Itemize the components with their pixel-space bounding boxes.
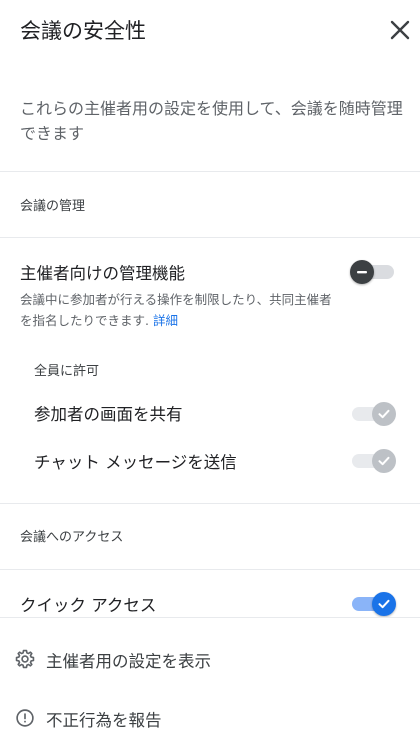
divider xyxy=(0,171,420,172)
gear-icon xyxy=(15,649,35,669)
host-management-toggle[interactable] xyxy=(350,260,396,284)
learn-more-link[interactable]: 詳細 xyxy=(153,313,178,328)
page-title: 会議の安全性 xyxy=(20,19,146,43)
section-label-host-management: 会議の管理 xyxy=(20,199,86,214)
close-button[interactable] xyxy=(386,16,414,44)
quick-access-label: クイック アクセス xyxy=(20,596,157,615)
minus-icon xyxy=(357,271,367,274)
check-icon xyxy=(378,409,390,419)
divider xyxy=(0,569,420,570)
host-management-description: 会議中に参加者が行える操作を制限したり、共同主催者を指名したりできます. 詳細 xyxy=(20,289,340,331)
share-screen-label: 参加者の画面を共有 xyxy=(34,405,183,424)
send-chat-label: チャット メッセージを送信 xyxy=(34,453,237,472)
dialog-header: 会議の安全性 xyxy=(0,0,420,60)
send-chat-toggle[interactable] xyxy=(350,449,396,473)
check-icon xyxy=(378,599,390,609)
report-abuse-menu-item[interactable]: 不正行為を報告 xyxy=(0,693,420,743)
section-label-meeting-access: 会議へのアクセス xyxy=(20,530,124,545)
toggle-thumb xyxy=(372,402,396,426)
host-management-title: 主催者向けの管理機能 xyxy=(20,264,185,283)
toggle-thumb xyxy=(372,449,396,473)
toggle-thumb xyxy=(372,592,396,616)
close-icon xyxy=(390,20,410,40)
allow-all-label: 全員に許可 xyxy=(34,364,100,379)
quick-access-toggle[interactable] xyxy=(350,592,396,616)
host-settings-label: 主催者用の設定を表示 xyxy=(46,652,211,671)
check-icon xyxy=(378,456,390,466)
toggle-thumb xyxy=(350,260,374,284)
divider xyxy=(0,503,420,504)
bottom-menu: 主催者用の設定を表示 不正行為を報告 xyxy=(0,617,420,747)
host-settings-menu-item[interactable]: 主催者用の設定を表示 xyxy=(0,634,420,684)
report-abuse-label: 不正行為を報告 xyxy=(46,711,162,730)
dialog-description: これらの主催者用の設定を使用して、会議を随時管理できます xyxy=(20,99,403,143)
divider xyxy=(0,237,420,238)
share-screen-toggle[interactable] xyxy=(350,402,396,426)
alert-circle-icon xyxy=(16,709,34,727)
